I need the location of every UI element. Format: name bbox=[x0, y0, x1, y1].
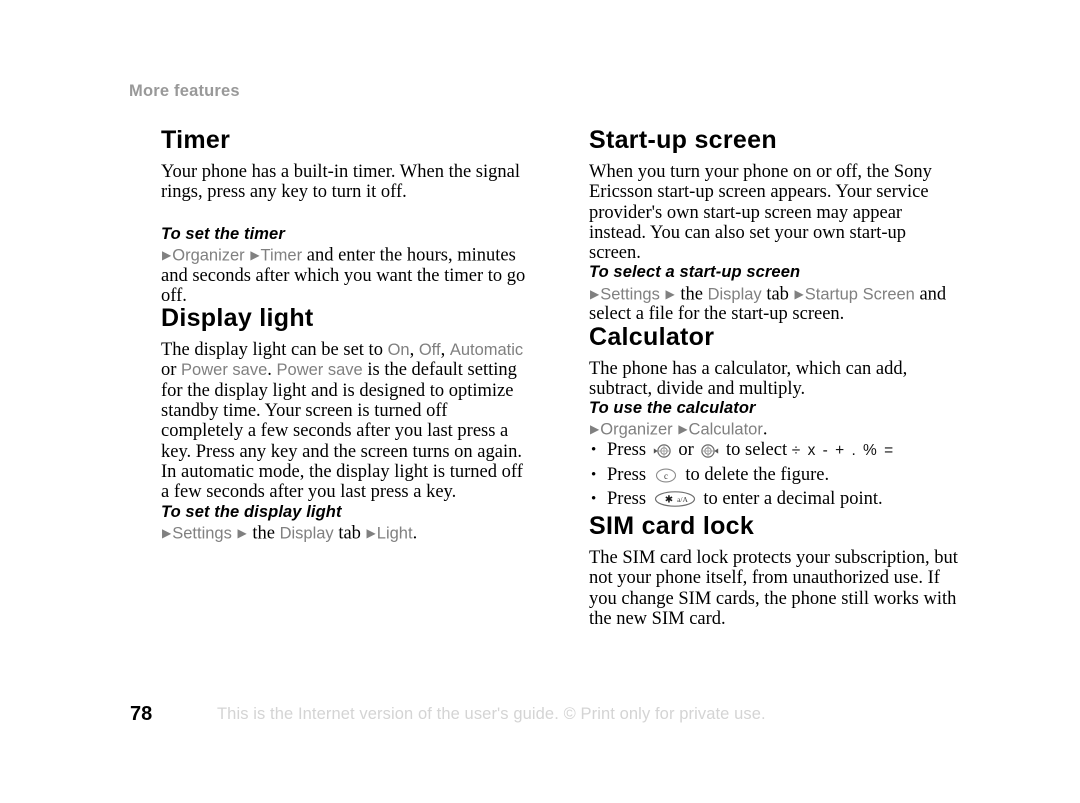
step-arrow-icon: ▶ bbox=[590, 286, 600, 301]
section-heading-startup-screen: Start-up screen bbox=[589, 126, 777, 154]
press-label: Press bbox=[607, 440, 651, 461]
step-arrow-icon: ▶ bbox=[162, 247, 172, 262]
menu-term-settings: Settings bbox=[172, 524, 232, 543]
or-label: or bbox=[673, 440, 699, 461]
star-key-icon: ✱ a/A bbox=[653, 490, 697, 514]
calculator-key-list: • Press or to select ÷ x - + . % = • Pre… bbox=[589, 440, 961, 514]
dl-text-4: is the default setting for the display l… bbox=[161, 360, 523, 503]
step-set-timer: ▶Organizer ▶Timer and enter the hours, m… bbox=[161, 245, 533, 306]
menu-term-on: On bbox=[387, 341, 410, 360]
step-arrow-icon: ▶ bbox=[678, 422, 688, 437]
list-item: • Press or to select ÷ x - + . % = bbox=[589, 440, 961, 465]
joystick-left-icon bbox=[653, 443, 672, 465]
dl-sep-2: , bbox=[440, 340, 450, 361]
paragraph-display-light: The display light can be set to On, Off,… bbox=[161, 340, 533, 502]
step-tail-text: . bbox=[412, 523, 418, 544]
svg-text:✱: ✱ bbox=[664, 495, 672, 506]
step-set-display-light: ▶Settings ▶ the Display tab ▶Light. bbox=[161, 523, 533, 544]
decimal-point-label: to enter a decimal point. bbox=[698, 489, 883, 510]
step-arrow-icon: ▶ bbox=[162, 525, 172, 540]
step-use-calculator: ▶Organizer ▶Calculator. bbox=[589, 419, 961, 440]
step-arrow-icon: ▶ bbox=[590, 422, 600, 437]
menu-term-power-save-2: Power save bbox=[276, 361, 363, 380]
step-tail-text: . bbox=[762, 419, 768, 440]
menu-term-display-tab: Display bbox=[279, 524, 334, 543]
dl-text-1: The display light can be set to bbox=[161, 340, 388, 361]
section-heading-timer: Timer bbox=[161, 126, 231, 154]
step-arrow-icon: ▶ bbox=[250, 247, 260, 262]
to-select-label: to select bbox=[721, 440, 792, 461]
footer-note: This is the Internet version of the user… bbox=[217, 705, 766, 723]
task-heading-set-timer: To set the timer bbox=[161, 224, 285, 243]
svg-text:a/A: a/A bbox=[677, 495, 688, 504]
task-heading-select-startup-screen: To select a start-up screen bbox=[589, 263, 801, 282]
paragraph-calculator: The phone has a calculator, which can ad… bbox=[589, 358, 908, 400]
joystick-right-icon bbox=[700, 443, 719, 465]
step-arrow-icon: ▶ bbox=[794, 286, 804, 301]
bullet-icon: • bbox=[591, 491, 597, 508]
calculator-operators: ÷ x - + . % = bbox=[791, 442, 895, 460]
step-arrow-icon: ▶ bbox=[665, 286, 675, 301]
paragraph-startup-screen: When you turn your phone on or off, the … bbox=[589, 162, 932, 264]
menu-term-automatic: Automatic bbox=[449, 341, 524, 360]
bullet-icon: • bbox=[591, 442, 597, 459]
document-page: More features Timer Your phone has a bui… bbox=[0, 0, 1080, 803]
step-arrow-icon: ▶ bbox=[237, 525, 247, 540]
task-heading-set-display-light: To set the display light bbox=[161, 502, 342, 521]
step-select-startup-screen: ▶Settings ▶ the Display tab ▶Startup Scr… bbox=[589, 284, 961, 325]
paragraph-sim-card-lock: The SIM card lock protects your subscrip… bbox=[589, 548, 958, 629]
press-label: Press bbox=[607, 464, 651, 485]
menu-term-timer: Timer bbox=[260, 246, 303, 265]
menu-term-display-tab: Display bbox=[707, 285, 762, 304]
svg-text:c: c bbox=[664, 471, 668, 481]
left-column: Timer Your phone has a built-in timer. W… bbox=[161, 126, 533, 544]
step-mid-text: the bbox=[247, 523, 280, 544]
press-label: Press bbox=[607, 489, 651, 510]
task-heading-use-calculator: To use the calculator bbox=[589, 399, 756, 418]
list-item: • Press c to delete the figure. bbox=[589, 465, 961, 490]
section-heading-calculator: Calculator bbox=[589, 322, 715, 351]
menu-term-startup-screen: Startup Screen bbox=[804, 285, 915, 304]
running-header: More features bbox=[129, 82, 240, 100]
menu-term-settings: Settings bbox=[600, 285, 660, 304]
menu-term-organizer: Organizer bbox=[172, 246, 245, 265]
dl-text-2: or bbox=[161, 360, 182, 381]
step-arrow-icon: ▶ bbox=[366, 525, 376, 540]
menu-term-calculator: Calculator bbox=[688, 420, 763, 439]
bullet-icon: • bbox=[591, 466, 597, 483]
right-column: Start-up screen When you turn your phone… bbox=[589, 128, 961, 629]
step-mid-text: the bbox=[675, 284, 708, 305]
step-mid-text-2: tab bbox=[761, 284, 794, 305]
section-heading-display-light: Display light bbox=[161, 304, 314, 333]
page-number: 78 bbox=[130, 703, 153, 725]
menu-term-power-save-1: Power save bbox=[181, 361, 268, 380]
delete-figure-label: to delete the figure. bbox=[680, 464, 830, 485]
step-mid-text-2: tab bbox=[333, 523, 366, 544]
menu-term-organizer: Organizer bbox=[600, 420, 673, 439]
clear-key-icon: c bbox=[653, 467, 679, 490]
menu-term-off: Off bbox=[418, 341, 441, 360]
dl-text-3: . bbox=[267, 360, 277, 381]
menu-term-light: Light bbox=[376, 524, 413, 543]
section-heading-sim-card-lock: SIM card lock bbox=[589, 512, 755, 541]
list-item: • Press ✱ a/A to enter a decimal point. bbox=[589, 489, 961, 514]
paragraph-timer: Your phone has a built-in timer. When th… bbox=[161, 162, 520, 203]
dl-sep-1: , bbox=[409, 340, 419, 361]
